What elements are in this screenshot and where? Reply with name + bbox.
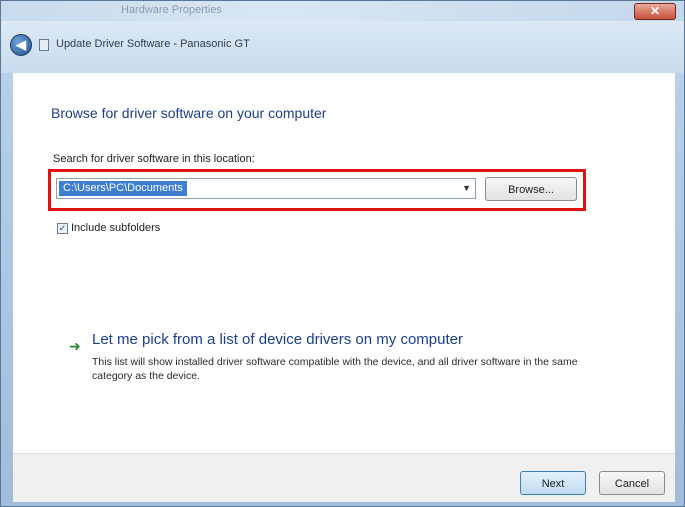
- location-label: Search for driver software in this locat…: [53, 153, 255, 165]
- device-icon: [39, 39, 49, 51]
- title-bar: Hardware Properties ✕: [1, 1, 684, 21]
- pick-from-list-description: This list will show installed driver sof…: [92, 356, 578, 382]
- arrow-right-icon: ➜: [69, 338, 81, 354]
- cancel-button[interactable]: Cancel: [599, 471, 665, 495]
- location-combobox[interactable]: C:\Users\PC\Documents ▼: [56, 178, 476, 199]
- browse-button[interactable]: Browse...: [485, 177, 577, 201]
- pick-from-list-link[interactable]: Let me pick from a list of device driver…: [92, 331, 463, 348]
- wizard-title: Update Driver Software - Panasonic GT: [56, 38, 250, 50]
- back-button[interactable]: ◀: [10, 34, 32, 56]
- include-subfolders-label[interactable]: Include subfolders: [71, 222, 160, 234]
- dialog-window: Hardware Properties ✕ ◀ Update Driver So…: [0, 0, 685, 507]
- chevron-down-icon[interactable]: ▼: [462, 183, 471, 193]
- close-button[interactable]: ✕: [634, 3, 676, 20]
- content-area: [13, 73, 675, 453]
- include-subfolders-option[interactable]: ✓ Include subfolders: [57, 222, 160, 234]
- location-value[interactable]: C:\Users\PC\Documents: [59, 181, 187, 196]
- page-heading: Browse for driver software on your compu…: [51, 105, 327, 121]
- include-subfolders-checkbox[interactable]: ✓: [57, 222, 68, 234]
- window-title: Hardware Properties: [121, 4, 222, 16]
- next-button[interactable]: Next: [520, 471, 586, 495]
